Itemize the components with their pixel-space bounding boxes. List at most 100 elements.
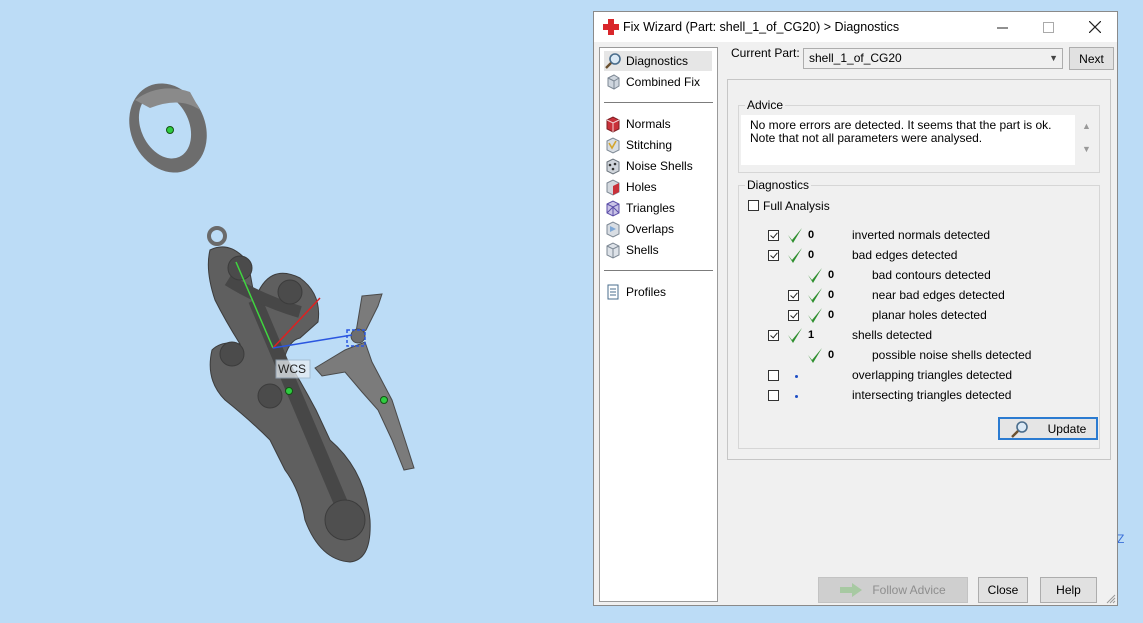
diagnostic-count: 1 <box>808 329 815 341</box>
fix-wizard-dialog: Fix Wizard (Part: shell_1_of_CG20) > Dia… <box>593 11 1118 606</box>
close-button[interactable]: Close <box>978 577 1028 603</box>
close-window-button[interactable] <box>1072 12 1117 42</box>
nav-item-label: Profiles <box>626 285 667 299</box>
check-icon <box>808 348 822 363</box>
cross-part <box>207 226 371 563</box>
minimize-button[interactable] <box>980 12 1025 42</box>
model-scene <box>129 83 415 563</box>
full-analysis-label: Full Analysis <box>763 199 830 213</box>
nav-item-shells[interactable]: Shells <box>604 240 659 260</box>
nav-item-label: Holes <box>626 180 657 194</box>
nav-item-label: Triangles <box>626 201 675 215</box>
advice-text: No more errors are detected. It seems th… <box>750 118 1052 145</box>
check-icon <box>808 288 822 303</box>
diagnostic-label: bad edges detected <box>852 248 958 262</box>
diagnostic-count: 0 <box>828 349 835 361</box>
diagnostic-checkbox[interactable] <box>768 230 779 241</box>
diagnostic-checkbox[interactable] <box>768 330 779 341</box>
overlaps-icon <box>606 221 620 238</box>
diagnostic-checkbox[interactable] <box>768 390 779 401</box>
advice-group-label: Advice <box>745 98 786 112</box>
nav-divider <box>604 270 713 271</box>
check-icon <box>788 248 802 263</box>
nav-item-label: Normals <box>626 117 671 131</box>
full-analysis-checkbox[interactable] <box>748 200 759 211</box>
diagnostic-label: inverted normals detected <box>852 228 991 242</box>
diagnostics-group: Diagnostics Full Analysis 0 inverted norm… <box>738 178 1100 449</box>
next-button[interactable]: Next <box>1069 47 1114 70</box>
scroll-down-icon[interactable]: ▼ <box>1080 143 1093 156</box>
resize-grip-icon[interactable] <box>1106 594 1116 604</box>
nav-item-diagnostics[interactable]: Diagnostics <box>604 51 712 71</box>
nav-item-label: Overlaps <box>626 222 675 236</box>
minimize-icon <box>997 27 1008 28</box>
advice-text-box: No more errors are detected. It seems th… <box>741 115 1075 165</box>
follow-advice-button[interactable]: Follow Advice <box>818 577 968 603</box>
ring-center-marker <box>166 126 174 134</box>
diagnostic-count: 0 <box>828 269 835 281</box>
nav-divider <box>604 102 713 103</box>
nav-item-normals[interactable]: Normals <box>604 114 671 134</box>
shells-icon <box>606 242 620 259</box>
nav-item-noise-shells[interactable]: Noise Shells <box>604 156 693 176</box>
maximize-button[interactable] <box>1026 12 1071 42</box>
diagnostic-label: overlapping triangles detected <box>852 368 1013 382</box>
diagnostics-group-label: Diagnostics <box>745 178 812 192</box>
stitching-icon <box>606 137 620 154</box>
dialog-title: Fix Wizard (Part: shell_1_of_CG20) > Dia… <box>623 20 900 34</box>
update-button-label: Update <box>1047 421 1087 436</box>
wizard-nav-panel: Diagnostics Combined Fix Normals Stitchi… <box>599 47 718 602</box>
red-cross-icon <box>603 19 619 35</box>
check-icon <box>788 228 802 243</box>
maximize-icon <box>1043 21 1054 33</box>
diagnostic-count: 0 <box>808 229 815 241</box>
document-icon <box>607 284 619 300</box>
nav-item-label: Shells <box>626 243 659 257</box>
nav-item-label: Combined Fix <box>626 75 701 89</box>
title-bar[interactable]: Fix Wizard (Part: shell_1_of_CG20) > Dia… <box>594 12 1117 42</box>
diagnostic-label: planar holes detected <box>872 308 987 322</box>
check-icon <box>808 308 822 323</box>
nav-item-label: Diagnostics <box>626 54 689 68</box>
diagnostic-label: bad contours detected <box>872 268 991 282</box>
chevron-down-icon: ▼ <box>1049 53 1058 63</box>
diagnostic-count: 0 <box>808 249 815 261</box>
check-icon <box>808 268 822 283</box>
cube-icon <box>607 74 620 90</box>
nav-item-label: Stitching <box>626 138 673 152</box>
diagnostic-checkbox[interactable] <box>768 370 779 381</box>
help-button[interactable]: Help <box>1040 577 1097 603</box>
diagnostic-checkbox[interactable] <box>788 310 799 321</box>
diagnostic-checkbox[interactable] <box>768 250 779 261</box>
nav-item-triangles[interactable]: Triangles <box>604 198 675 218</box>
diagnostic-checkbox[interactable] <box>788 290 799 301</box>
advice-group: Advice No more errors are detected. It s… <box>738 98 1100 173</box>
not-run-dot-icon <box>795 395 798 398</box>
arrow-right-icon <box>840 583 863 597</box>
diagnostics-panel: Advice No more errors are detected. It s… <box>727 79 1111 460</box>
nav-item-profiles[interactable]: Profiles <box>604 282 666 302</box>
current-part-select[interactable]: shell_1_of_CG20 ▼ <box>803 48 1063 69</box>
figure-center-marker <box>380 396 388 404</box>
close-icon <box>1088 21 1101 33</box>
noise-shells-icon <box>606 158 620 175</box>
advice-scrollbar[interactable]: ▲ ▼ <box>1080 120 1093 160</box>
scroll-up-icon[interactable]: ▲ <box>1080 120 1093 133</box>
current-part-label: Current Part: <box>731 46 800 60</box>
normals-icon <box>606 116 620 133</box>
nav-item-label: Noise Shells <box>626 159 693 173</box>
nav-item-holes[interactable]: Holes <box>604 177 657 197</box>
update-button[interactable]: Update <box>998 417 1098 440</box>
not-run-dot-icon <box>795 375 798 378</box>
nav-item-overlaps[interactable]: Overlaps <box>604 219 674 239</box>
nav-item-stitching[interactable]: Stitching <box>604 135 672 155</box>
diagnostic-count: 0 <box>828 309 835 321</box>
check-icon <box>788 328 802 343</box>
wcs-label: WCS <box>278 362 306 376</box>
nav-item-combined-fix[interactable]: Combined Fix <box>604 72 700 92</box>
triangles-icon <box>606 200 620 217</box>
diagnostic-label: shells detected <box>852 328 933 342</box>
axis-z-label: Z <box>1117 532 1125 546</box>
follow-advice-label: Follow Advice <box>872 583 946 597</box>
current-part-value: shell_1_of_CG20 <box>809 51 902 65</box>
